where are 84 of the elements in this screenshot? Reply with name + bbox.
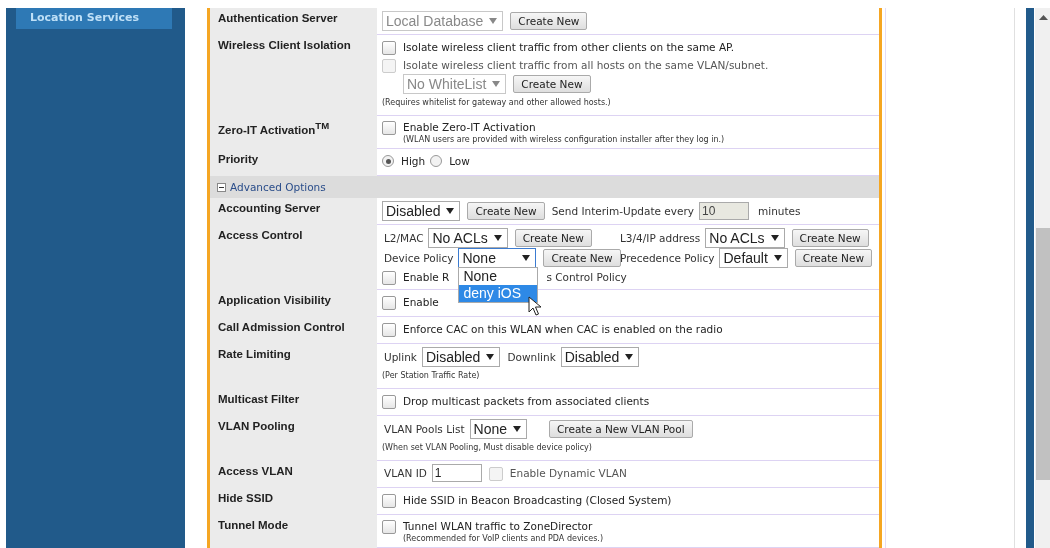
field-label: Rate Limiting [217, 347, 292, 362]
field-caption: Precedence Policy [620, 252, 715, 264]
field-label: Authentication Server [217, 11, 339, 26]
hint-text: (Requires whitelist for gateway and other allowed hosts.) [382, 98, 611, 108]
radio-label: High [401, 154, 426, 169]
create-button[interactable]: Create New [791, 229, 869, 247]
checkbox[interactable] [382, 41, 396, 55]
hint-text: (WLAN users are provided with wireless configuration installer after they log in.) [403, 135, 725, 145]
field-label: Access Control [217, 228, 304, 243]
scrollbar[interactable] [1035, 8, 1050, 548]
dropdown[interactable]: None [458, 248, 537, 268]
dropdown[interactable]: Disabled [560, 347, 640, 367]
field-label: Application Visibility [217, 293, 332, 308]
scrollbar-thumb[interactable] [1036, 228, 1050, 480]
radio-button[interactable] [382, 155, 394, 167]
checkbox-label: Enforce CAC on this WLAN when CAC is enabled on the radio [403, 322, 723, 337]
field-caption: Device Policy [384, 252, 454, 264]
caret-icon[interactable] [770, 235, 779, 241]
checkbox[interactable] [382, 296, 396, 310]
caret-icon[interactable] [446, 208, 455, 214]
dropdown[interactable]: Default [719, 248, 788, 268]
field-label: Access VLAN [217, 464, 294, 479]
field-caption: VLAN ID [384, 467, 427, 479]
field-label: Multicast Filter [217, 392, 301, 407]
dropdown-option[interactable]: None [459, 268, 538, 285]
scroll-up-icon[interactable] [1039, 15, 1048, 20]
create-button[interactable]: Create a New VLAN Pool [549, 420, 693, 438]
field-label: Accounting Server [217, 201, 322, 216]
create-button[interactable]: Create New [510, 12, 588, 30]
create-button[interactable]: Create New [514, 229, 592, 247]
create-button[interactable]: Create New [513, 75, 591, 93]
hint-text: (When set VLAN Pooling, Must disable device policy) [382, 443, 592, 453]
field-caption: L2/MAC [384, 232, 424, 244]
input-field[interactable]: 1 [431, 464, 482, 482]
caret-icon[interactable] [773, 255, 782, 261]
checkbox-label: Drop multicast packets from associated clients [403, 394, 650, 409]
field-caption: Downlink [507, 351, 556, 363]
checkbox[interactable] [382, 494, 396, 508]
field-label: Wireless Client Isolation [217, 38, 352, 53]
dropdown[interactable]: Disabled [382, 201, 461, 221]
checkbox-label: Enable Zero-IT Activation [403, 120, 537, 135]
caret-icon[interactable] [493, 235, 502, 241]
dropdown[interactable]: No ACLs [428, 228, 508, 248]
checkbox-label: s Control Policy [546, 271, 627, 283]
checkbox[interactable] [382, 121, 396, 135]
hint-text: (Per Station Traffic Rate) [382, 371, 480, 381]
field-label: Hide SSID [217, 491, 274, 506]
field-caption: Send Interim-Update every [551, 205, 695, 217]
checkbox[interactable] [382, 395, 396, 409]
field-label: VLAN Pooling [217, 419, 296, 434]
dropdown[interactable]: None [469, 419, 527, 439]
field-caption: minutes [758, 205, 801, 217]
hint-text: (Recommended for VoIP clients and PDA devices.) [403, 534, 603, 544]
dropdown[interactable]: No ACLs [705, 228, 785, 248]
field-caption: Uplink [384, 351, 417, 363]
caret-icon[interactable] [625, 354, 634, 360]
create-button[interactable]: Create New [794, 249, 872, 267]
checkbox[interactable] [382, 520, 396, 534]
checkbox-label: Isolate wireless client traffic from other clients on the same AP. [403, 40, 735, 55]
section-title[interactable]: Advanced Options [230, 181, 326, 193]
radio-button[interactable] [430, 155, 443, 167]
dropdown[interactable]: Disabled [421, 347, 501, 367]
caret-icon[interactable] [522, 255, 531, 261]
field-caption: L3/4/IP address [620, 232, 701, 244]
caret-icon[interactable] [486, 354, 495, 360]
checkbox-label: Enable [403, 295, 439, 310]
field-label: Priority [217, 152, 260, 167]
field-label: Zero-IT Activation$^{TM}$ [217, 119, 331, 138]
field-caption: VLAN Pools List [384, 423, 465, 435]
create-button[interactable]: Create New [543, 249, 621, 267]
checkbox-label: Enable Dynamic VLAN [509, 466, 627, 481]
dropdown-option[interactable]: deny iOS [459, 285, 538, 302]
field-label: Call Admission Control [217, 320, 346, 335]
field-label: Tunnel Mode [217, 518, 290, 533]
checkbox-label: Tunnel WLAN traffic to ZoneDirector [403, 519, 594, 534]
checkbox[interactable] [382, 323, 396, 337]
caret-icon[interactable] [513, 426, 521, 432]
checkbox-label: Hide SSID in Beacon Broadcasting (Closed System) [403, 493, 672, 508]
checkbox[interactable] [382, 271, 396, 285]
checkbox-label: Isolate wireless client traffic from all hosts on the same VLAN/subnet. [403, 58, 769, 73]
checkbox-label: Enable R [403, 270, 450, 285]
create-button[interactable]: Create New [467, 202, 545, 220]
collapse-icon[interactable] [217, 182, 226, 192]
radio-label: Low [449, 154, 470, 169]
